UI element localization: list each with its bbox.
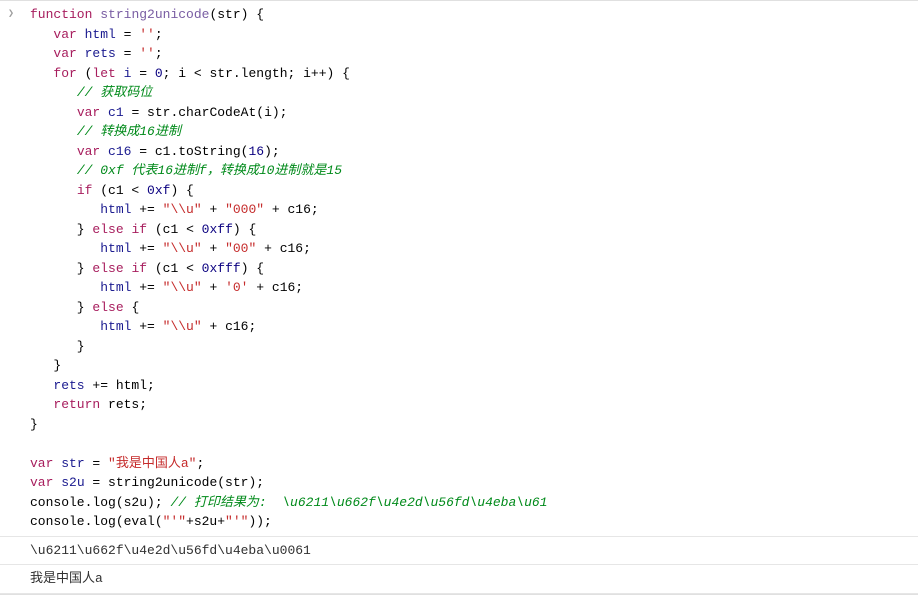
code-line: if (c1 < 0xf) { [30,181,918,201]
console-panel: ❯ function string2unicode(str) { var htm… [0,0,918,595]
console-output-block: \u6211\u662f\u4e2d\u56fd\u4eba\u0061 [0,537,918,566]
code-line: } [30,415,918,435]
code-line: // 获取码位 [30,83,918,103]
console-output-line: \u6211\u662f\u4e2d\u56fd\u4eba\u0061 [30,541,918,561]
code-line: console.log(s2u); // 打印结果为: \u6211\u662f… [30,493,918,513]
console-output-line: 我是中国人a [30,569,918,589]
console-input-block[interactable]: ❯ function string2unicode(str) { var htm… [0,1,918,537]
code-line: for (let i = 0; i < str.length; i++) { [30,64,918,84]
code-line: var rets = ''; [30,44,918,64]
code-line: } else if (c1 < 0xfff) { [30,259,918,279]
code-line: // 转换成16进制 [30,122,918,142]
code-line: } [30,337,918,357]
code-line: html += "\\u" + c16; [30,317,918,337]
code-line: html += "\\u" + "00" + c16; [30,239,918,259]
code-line: var c1 = str.charCodeAt(i); [30,103,918,123]
console-output-block: 我是中国人a [0,565,918,594]
code-line: // 0xf 代表16进制f，转换成10进制就是15 [30,161,918,181]
code-line: var c16 = c1.toString(16); [30,142,918,162]
code-line: return rets; [30,395,918,415]
code-line [30,434,918,454]
code-line: html += "\\u" + '0' + c16; [30,278,918,298]
code-line: var str = "我是中国人a"; [30,454,918,474]
code-line: var html = ''; [30,25,918,45]
code-line: rets += html; [30,376,918,396]
code-line: function string2unicode(str) { [30,5,918,25]
code-line: html += "\\u" + "000" + c16; [30,200,918,220]
code-line: } else if (c1 < 0xff) { [30,220,918,240]
code-line: } [30,356,918,376]
code-line: console.log(eval("'"+s2u+"'")); [30,512,918,532]
code-line: var s2u = string2unicode(str); [30,473,918,493]
expand-arrow-icon[interactable]: ❯ [8,7,14,22]
code-line: } else { [30,298,918,318]
